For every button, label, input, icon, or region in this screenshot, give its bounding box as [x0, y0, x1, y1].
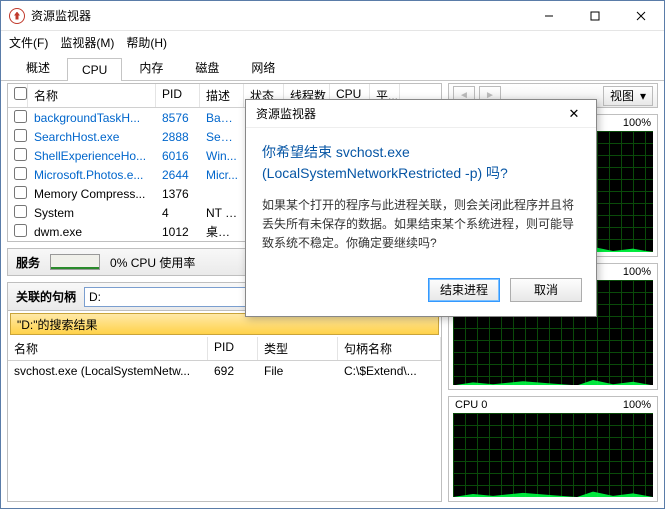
window-title: 资源监视器 [31, 7, 526, 24]
cell-desc: NT K... [200, 206, 244, 220]
cell-pid: 1012 [156, 225, 200, 239]
dialog-message: 如果某个打开的程序与此进程关联，则会关闭此程序并且将丢失所有未保存的数据。如果结… [262, 196, 580, 254]
minimize-button[interactable] [526, 1, 572, 31]
menu-help[interactable]: 帮助(H) [126, 34, 167, 51]
cell-desc: Back... [200, 111, 244, 125]
cell-pid: 1376 [156, 187, 200, 201]
cancel-button[interactable]: 取消 [510, 278, 582, 302]
handles-title-label: 关联的句柄 [16, 288, 76, 305]
handles-columns: 名称 PID 类型 句柄名称 [8, 337, 441, 361]
dialog-close-button[interactable]: ✕ [562, 102, 586, 126]
cell-pid: 2644 [156, 168, 200, 182]
row-checkbox[interactable] [14, 148, 27, 161]
cell-type: File [258, 364, 338, 378]
row-checkbox[interactable] [14, 186, 27, 199]
column-name[interactable]: 名称 [28, 84, 156, 107]
hcol-handle-name[interactable]: 句柄名称 [338, 337, 441, 360]
graph-a-pct: 100% [623, 117, 651, 129]
tab-network[interactable]: 网络 [236, 54, 290, 80]
cell-pid: 692 [208, 364, 258, 378]
main-tabs: 概述 CPU 内存 磁盘 网络 [1, 53, 664, 81]
cell-desc: Win... [200, 149, 244, 163]
hcol-name[interactable]: 名称 [8, 337, 208, 360]
row-checkbox[interactable] [14, 205, 27, 218]
hcol-pid[interactable]: PID [208, 337, 258, 360]
tab-disk[interactable]: 磁盘 [180, 54, 234, 80]
dialog-body: 你希望结束 svchost.exe (LocalSystemNetworkRes… [246, 128, 596, 278]
close-button[interactable] [618, 1, 664, 31]
window-controls [526, 1, 664, 31]
tab-memory[interactable]: 内存 [124, 54, 178, 80]
menu-monitor[interactable]: 监视器(M) [60, 34, 114, 51]
end-process-button[interactable]: 结束进程 [428, 278, 500, 302]
select-all-checkbox[interactable] [14, 87, 27, 100]
cell-desc: Sear... [200, 130, 244, 144]
table-row[interactable]: svchost.exe (LocalSystemNetw...692FileC:… [8, 361, 441, 380]
cell-name: ShellExperienceHo... [28, 149, 156, 163]
view-dropdown[interactable]: 视图 ▾ [603, 86, 653, 106]
cell-name: SearchHost.exe [28, 130, 156, 144]
cell-name: System [28, 206, 156, 220]
column-checkbox[interactable] [8, 84, 28, 107]
window-titlebar: 资源监视器 [1, 1, 664, 31]
search-results-label: "D:"的搜索结果 [17, 316, 98, 333]
menu-file[interactable]: 文件(F) [9, 34, 48, 51]
cell-desc: 桌面... [200, 223, 244, 240]
cell-handle-name: C:\$Extend\... [338, 364, 441, 378]
column-desc[interactable]: 描述 [200, 84, 244, 107]
dialog-titlebar: 资源监视器 ✕ [246, 100, 596, 128]
cell-name: Memory Compress... [28, 187, 156, 201]
row-checkbox[interactable] [14, 129, 27, 142]
services-mini-chart [50, 254, 100, 270]
services-usage: 0% CPU 使用率 [110, 254, 195, 271]
cell-pid: 2888 [156, 130, 200, 144]
cell-desc: Micr... [200, 168, 244, 182]
cell-pid: 4 [156, 206, 200, 220]
row-checkbox[interactable] [14, 110, 27, 123]
row-checkbox[interactable] [14, 224, 27, 237]
graph-c-pct: 100% [623, 399, 651, 411]
cell-name: Microsoft.Photos.e... [28, 168, 156, 182]
maximize-button[interactable] [572, 1, 618, 31]
hcol-type[interactable]: 类型 [258, 337, 338, 360]
tab-overview[interactable]: 概述 [11, 54, 65, 80]
graph-cpu0: CPU 0 100% [448, 396, 658, 502]
dialog-title: 资源监视器 [256, 105, 562, 122]
graph-c-label: CPU 0 [455, 399, 487, 411]
services-label: 服务 [16, 254, 40, 271]
row-checkbox[interactable] [14, 167, 27, 180]
chevron-down-icon: ▾ [640, 89, 646, 103]
dialog-buttons: 结束进程 取消 [246, 278, 596, 316]
graph-b-pct: 100% [623, 266, 651, 278]
menubar: 文件(F) 监视器(M) 帮助(H) [1, 31, 664, 53]
handles-rows: svchost.exe (LocalSystemNetw...692FileC:… [8, 361, 441, 380]
cell-name: svchost.exe (LocalSystemNetw... [8, 364, 208, 378]
view-dropdown-label: 视图 [610, 87, 634, 104]
column-pid[interactable]: PID [156, 84, 200, 107]
cell-pid: 6016 [156, 149, 200, 163]
app-icon [9, 8, 25, 24]
cell-name: dwm.exe [28, 225, 156, 239]
cell-name: backgroundTaskH... [28, 111, 156, 125]
tab-cpu[interactable]: CPU [67, 58, 122, 81]
dialog-question: 你希望结束 svchost.exe (LocalSystemNetworkRes… [262, 142, 580, 184]
cell-pid: 8576 [156, 111, 200, 125]
confirm-dialog: 资源监视器 ✕ 你希望结束 svchost.exe (LocalSystemNe… [245, 99, 597, 317]
